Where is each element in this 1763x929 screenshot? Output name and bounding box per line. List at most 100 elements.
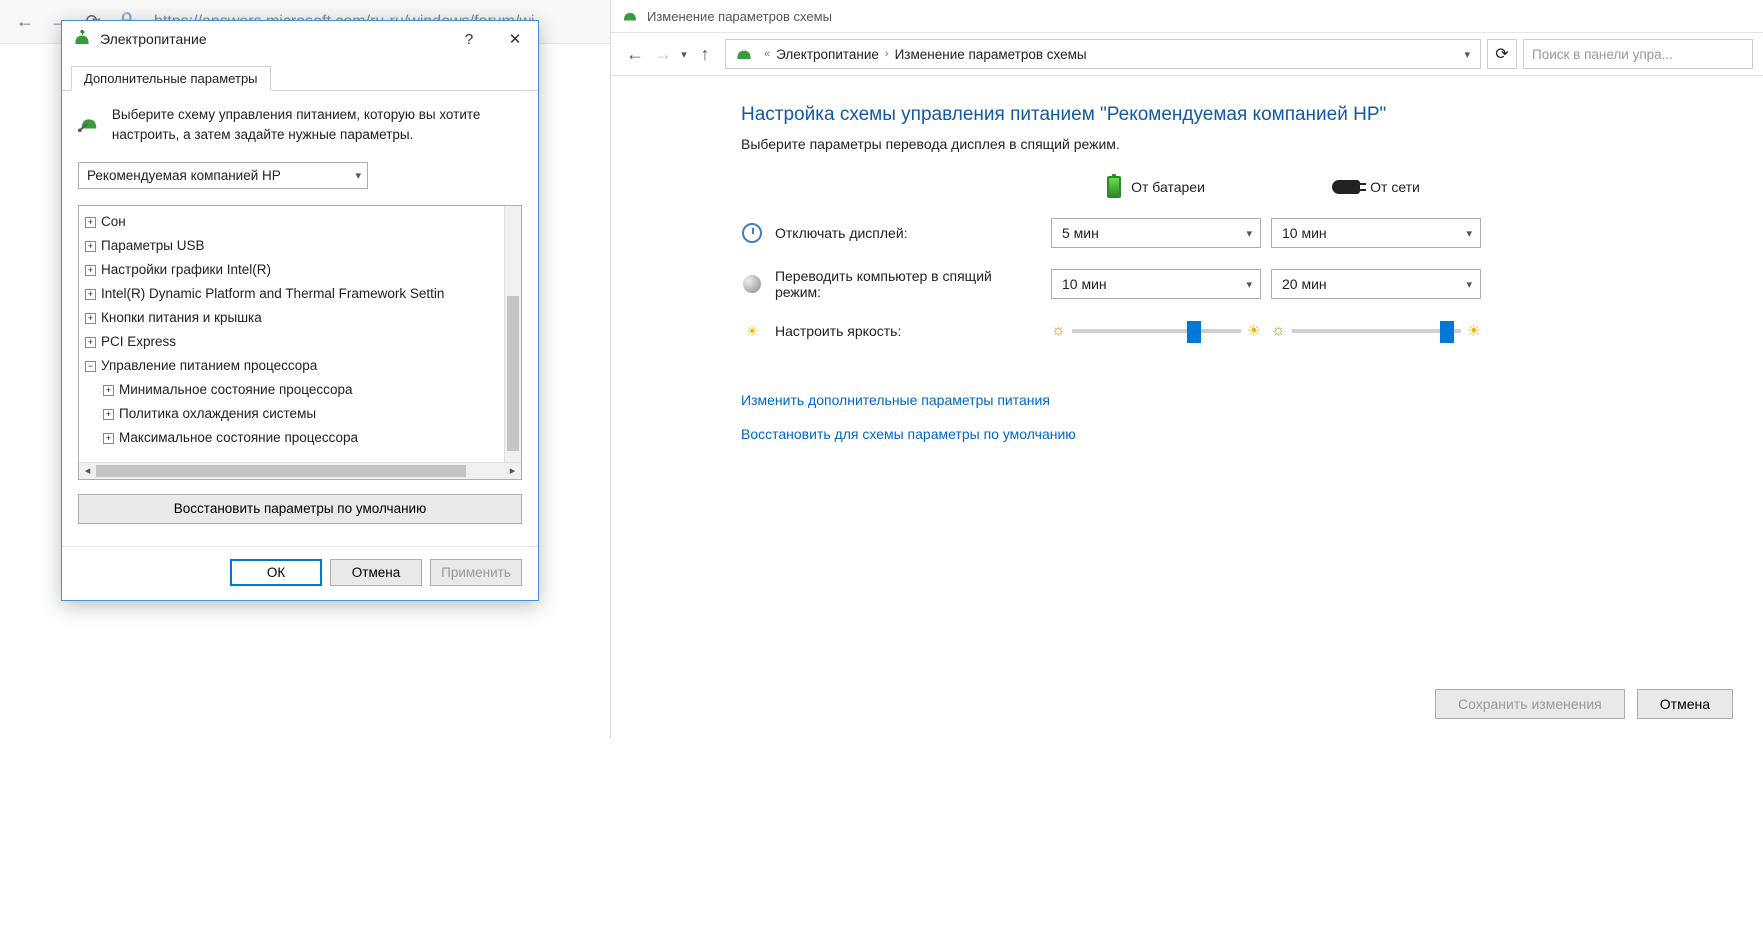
ok-button[interactable]: ОК: [230, 559, 322, 586]
help-button[interactable]: ?: [446, 21, 492, 57]
row-sleep: Переводить компьютер в спящий режим:: [741, 268, 1041, 300]
tree-hscrollbar[interactable]: ◂ ▸: [79, 462, 521, 479]
display-off-battery-select[interactable]: 5 мин ▾: [1051, 218, 1261, 248]
dialog-title: Электропитание: [100, 31, 446, 47]
brightness-battery-slider[interactable]: [1072, 329, 1241, 333]
expand-icon[interactable]: +: [85, 217, 96, 228]
tree-item[interactable]: +Сон: [79, 210, 521, 234]
expand-icon[interactable]: +: [85, 241, 96, 252]
brightness-ac-slider[interactable]: [1292, 329, 1461, 333]
crumb-edit-plan[interactable]: Изменение параметров схемы: [895, 47, 1087, 62]
tree-item[interactable]: −Управление питанием процессора: [79, 354, 521, 378]
chevron-right-icon: ›: [885, 48, 889, 60]
expand-icon[interactable]: +: [85, 313, 96, 324]
expand-icon[interactable]: +: [85, 289, 96, 300]
expand-icon[interactable]: +: [85, 337, 96, 348]
select-value: 10 мин: [1282, 225, 1327, 241]
explorer-nav: ← → ▾ ↑ « Электропитание › Изменение пар…: [611, 32, 1763, 76]
page-heading: Настройка схемы управления питанием "Рек…: [741, 104, 1723, 126]
sun-dim-icon: ☼: [1271, 322, 1286, 340]
chevron-down-icon: ▾: [1466, 227, 1472, 240]
nav-forward-icon: →: [649, 44, 677, 65]
chevron-left-icon: «: [764, 48, 770, 60]
select-value: 20 мин: [1282, 276, 1327, 292]
settings-tree: +Сон+Параметры USB+Настройки графики Int…: [78, 205, 522, 480]
search-input[interactable]: Поиск в панели упра...: [1523, 39, 1753, 69]
select-value: 5 мин: [1062, 225, 1099, 241]
clock-icon: [742, 223, 762, 243]
nav-up-icon[interactable]: ↑: [691, 44, 719, 65]
plan-select-value: Рекомендуемая компанией HP: [87, 168, 281, 183]
nav-refresh-icon[interactable]: ⟳: [1487, 39, 1517, 69]
tree-item[interactable]: + Политика охлаждения системы: [79, 402, 521, 426]
instruction-text: Выберите схему управления питанием, кото…: [112, 105, 522, 146]
tree-item-label: Минимальное состояние процессора: [119, 382, 353, 397]
tree-item[interactable]: + Intel(R) Dynamic Platform and Thermal F…: [79, 282, 521, 306]
row-brightness-label: Настроить яркость:: [775, 323, 901, 339]
row-display-off: Отключать дисплей:: [741, 222, 1041, 244]
cancel-button[interactable]: Отмена: [1637, 689, 1733, 719]
tree-item[interactable]: + Минимальное состояние процессора: [79, 378, 521, 402]
tree-item[interactable]: + Кнопки питания и крышка: [79, 306, 521, 330]
tree-vscrollbar[interactable]: [504, 206, 521, 462]
expand-icon[interactable]: +: [103, 385, 114, 396]
tree-item-label: PCI Express: [101, 334, 176, 349]
sleep-battery-select[interactable]: 10 мин▾: [1051, 269, 1261, 299]
sun-icon: ☀: [741, 320, 763, 342]
chevron-down-icon: ▾: [1246, 227, 1252, 240]
apply-button: Применить: [430, 559, 522, 586]
sleep-ac-select[interactable]: 20 мин▾: [1271, 269, 1481, 299]
column-battery-label: От батареи: [1131, 179, 1205, 195]
restore-defaults-button[interactable]: Восстановить параметры по умолчанию: [78, 494, 522, 524]
tree-item[interactable]: + PCI Express: [79, 330, 521, 354]
link-advanced-settings[interactable]: Изменить дополнительные параметры питани…: [741, 392, 1723, 408]
cancel-button[interactable]: Отмена: [330, 559, 422, 586]
tree-item[interactable]: + Максимальное состояние процессора: [79, 426, 521, 450]
search-placeholder: Поиск в панели упра...: [1532, 47, 1673, 62]
expand-icon[interactable]: +: [85, 265, 96, 276]
edit-plan-window: Изменение параметров схемы ← → ▾ ↑ « Эле…: [610, 0, 1763, 739]
power-icon: [72, 29, 92, 49]
moon-icon: [743, 275, 761, 293]
scroll-right-icon[interactable]: ▸: [504, 464, 521, 477]
sun-dim-icon: ☼: [1051, 322, 1066, 340]
power-advanced-dialog: Электропитание ? ✕ Дополнительные параме…: [61, 20, 539, 601]
tab-strip: Дополнительные параметры: [62, 61, 538, 91]
sun-bright-icon: ☀: [1467, 321, 1481, 341]
expand-icon[interactable]: +: [103, 433, 114, 444]
breadcrumb[interactable]: « Электропитание › Изменение параметров …: [725, 39, 1481, 69]
tree-item-label: Кнопки питания и крышка: [101, 310, 262, 325]
chevron-down-icon: ▾: [355, 169, 361, 182]
tree-item[interactable]: + Параметры USB: [79, 234, 521, 258]
link-restore-defaults[interactable]: Восстановить для схемы параметры по умол…: [741, 426, 1723, 442]
page-subtitle: Выберите параметры перевода дисплея в сп…: [741, 136, 1723, 152]
close-button[interactable]: ✕: [492, 21, 538, 57]
dialog-titlebar: Электропитание ? ✕: [62, 21, 538, 57]
crumb-power[interactable]: Электропитание: [776, 47, 879, 62]
back-icon[interactable]: ←: [10, 7, 40, 37]
display-off-ac-select[interactable]: 10 мин ▾: [1271, 218, 1481, 248]
collapse-icon[interactable]: −: [85, 361, 96, 372]
column-battery: От батареи: [1051, 176, 1261, 198]
power-icon: [621, 7, 639, 25]
column-ac-label: От сети: [1370, 179, 1420, 195]
expand-icon[interactable]: +: [103, 409, 114, 420]
tree-item[interactable]: +Настройки графики Intel(R): [79, 258, 521, 282]
row-sleep-label: Переводить компьютер в спящий режим:: [775, 268, 1041, 300]
tree-item-label: Политика охлаждения системы: [119, 406, 316, 421]
save-button: Сохранить изменения: [1435, 689, 1625, 719]
tree-item-label: Intel(R) Dynamic Platform and Thermal Fr…: [101, 286, 444, 301]
nav-history-icon[interactable]: ▾: [677, 48, 691, 61]
scroll-left-icon[interactable]: ◂: [79, 464, 96, 477]
plan-select[interactable]: Рекомендуемая компанией HP ▾: [78, 162, 368, 189]
tab-advanced[interactable]: Дополнительные параметры: [71, 66, 271, 91]
tree-item-label: Максимальное состояние процессора: [119, 430, 358, 445]
chevron-down-icon[interactable]: ▾: [1464, 48, 1470, 61]
plug-icon: [1332, 180, 1360, 194]
select-value: 10 мин: [1062, 276, 1107, 292]
tree-item-label: Параметры USB: [101, 238, 204, 253]
power-plan-icon: [78, 105, 100, 141]
battery-icon: [1107, 176, 1121, 198]
instruction-row: Выберите схему управления питанием, кото…: [78, 105, 522, 146]
nav-back-icon[interactable]: ←: [621, 44, 649, 65]
